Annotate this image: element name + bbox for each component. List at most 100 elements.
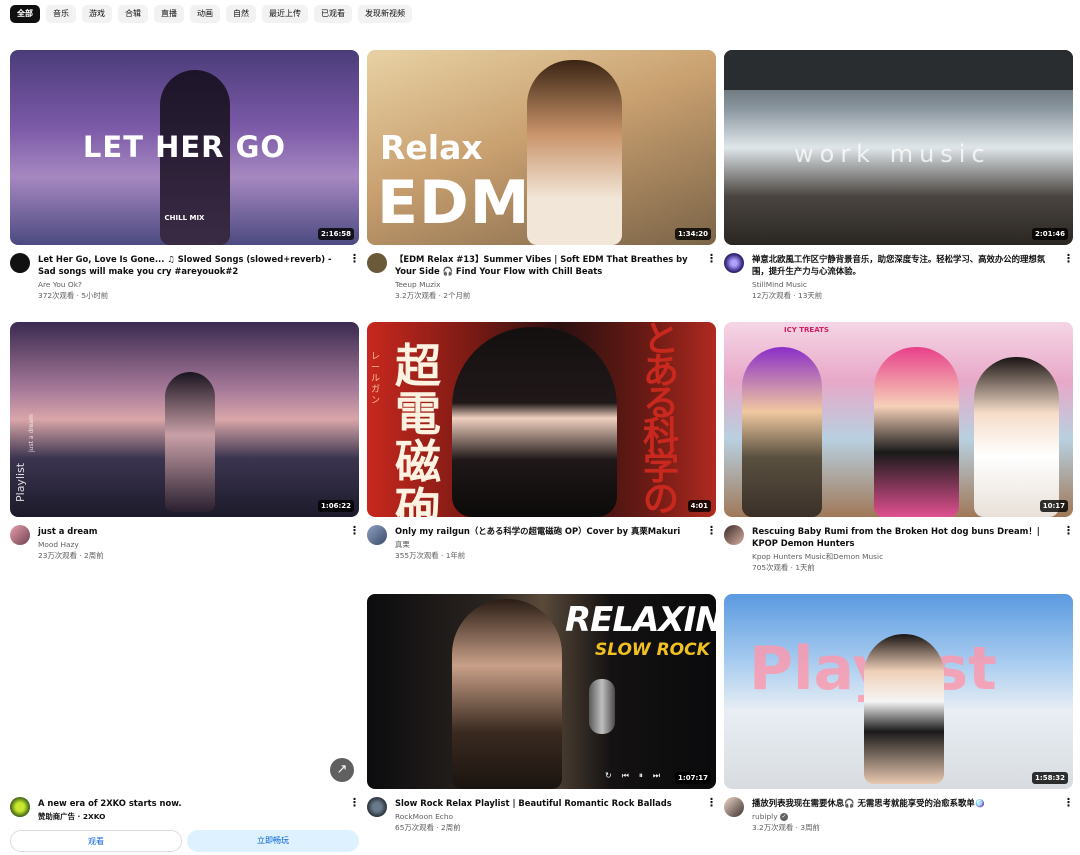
channel-avatar[interactable] — [367, 525, 387, 545]
video-card[interactable]: Playlist just a dream 1:06:22 just a dre… — [10, 322, 360, 561]
video-title[interactable]: Only my railgun（とある科学の超電磁砲 OP）Cover by 真… — [395, 525, 700, 537]
video-card[interactable]: Playlist 1:58:32 播放列表我现在需要休息🎧 无需思考就能享受的治… — [724, 594, 1074, 833]
video-card[interactable]: 超電磁砲 とある科学の レールガン 4:01 Only my railgun（と… — [367, 322, 717, 561]
more-options-icon[interactable]: ⋮ — [349, 797, 360, 809]
more-options-icon[interactable]: ⋮ — [706, 525, 717, 537]
chip-watched[interactable]: 已观看 — [314, 5, 352, 23]
verified-icon: ✓ — [779, 813, 788, 821]
channel-name[interactable]: StillMind Music — [752, 280, 1057, 290]
video-thumbnail[interactable]: 超電磁砲 とある科学の レールガン 4:01 — [367, 322, 716, 517]
thumbnail-title-text: Relax — [380, 128, 483, 167]
channel-name-text[interactable]: rubiply — [752, 812, 778, 821]
video-title[interactable]: Rescuing Baby Rumi from the Broken Hot d… — [752, 525, 1057, 549]
chip-animation[interactable]: 动画 — [190, 5, 220, 23]
duration-badge: 2:16:58 — [318, 228, 354, 240]
video-thumbnail[interactable]: RELAXING SLOW ROCK ↻⏮⏸⏭ 1:07:17 — [367, 594, 716, 789]
video-thumbnail[interactable]: Relax EDM 1:34:20 — [367, 50, 716, 245]
video-title[interactable]: 播放列表我现在需要休息🎧 无需思考就能享受的治愈系歌单🪩 — [752, 797, 1057, 809]
channel-name[interactable]: Are You Ok? — [38, 280, 343, 290]
external-link-icon[interactable]: ↗ — [330, 758, 354, 782]
woman-figure — [527, 60, 622, 245]
video-card[interactable]: RELAXING SLOW ROCK ↻⏮⏸⏭ 1:07:17 Slow Roc… — [367, 594, 717, 833]
channel-avatar[interactable] — [724, 253, 744, 273]
ad-avatar[interactable] — [10, 797, 30, 817]
more-options-icon[interactable]: ⋮ — [706, 253, 717, 265]
more-options-icon[interactable]: ⋮ — [1063, 253, 1074, 265]
channel-avatar[interactable] — [367, 797, 387, 817]
channel-name[interactable]: Kpop Hunters Music和Demon Music — [752, 552, 1057, 562]
duration-badge: 1:06:22 — [318, 500, 354, 512]
chip-music[interactable]: 音乐 — [46, 5, 76, 23]
character-purple-hair — [742, 347, 822, 517]
character-black-hair — [974, 357, 1059, 517]
duration-badge: 10:17 — [1039, 500, 1068, 512]
chip-recently-uploaded[interactable]: 最近上传 — [262, 5, 308, 23]
channel-name[interactable]: rubiply ✓ — [752, 812, 1057, 822]
chip-games[interactable]: 游戏 — [82, 5, 112, 23]
woman-figure — [864, 634, 944, 784]
more-options-icon[interactable]: ⋮ — [349, 253, 360, 265]
video-title[interactable]: 【EDM Relax #13】Summer Vibes | Soft EDM T… — [395, 253, 700, 277]
ad-title[interactable]: A new era of 2XKO starts now. — [38, 797, 343, 809]
chip-nature[interactable]: 自然 — [226, 5, 256, 23]
singer-figure — [452, 599, 562, 789]
video-thumbnail[interactable]: Playlist 1:58:32 — [724, 594, 1073, 789]
thumbnail-subtitle-text: just a dream — [28, 414, 35, 452]
video-card[interactable]: work music 2:01:46 禅意北欧風工作区宁静背景音乐，助您深度专注… — [724, 50, 1074, 301]
filter-chip-bar: 全部 音乐 游戏 合辑 直播 动画 自然 最近上传 已观看 发现新视频 — [10, 5, 412, 23]
channel-avatar[interactable] — [724, 525, 744, 545]
play-now-button[interactable]: 立即畅玩 — [187, 830, 359, 852]
video-stats: 705次观看 · 1天前 — [752, 563, 815, 572]
video-card[interactable]: LET HER GO CHILL MIX 2:16:58 Let Her Go,… — [10, 50, 360, 301]
ad-sponsor-label: 赞助商广告 · 2XKO — [38, 812, 106, 821]
channel-name[interactable]: RockMoon Echo — [395, 812, 700, 822]
channel-name[interactable]: Teeup Muzix — [395, 280, 700, 290]
video-thumbnail[interactable]: Playlist just a dream 1:06:22 — [10, 322, 359, 517]
player-controls: ↻⏮⏸⏭ — [605, 771, 671, 780]
chip-all[interactable]: 全部 — [10, 5, 40, 23]
thumbnail-title-text: RELAXING — [565, 600, 716, 640]
video-title[interactable]: 禅意北欧風工作区宁静背景音乐，助您深度专注。轻松学习、高效办公的理想氛围，提升生… — [752, 253, 1057, 277]
channel-avatar[interactable] — [10, 525, 30, 545]
microphone — [589, 679, 615, 734]
channel-name[interactable]: Mood Hazy — [38, 540, 343, 550]
more-options-icon[interactable]: ⋮ — [1063, 797, 1074, 809]
video-title[interactable]: Slow Rock Relax Playlist | Beautiful Rom… — [395, 797, 700, 809]
video-thumbnail[interactable]: ICY TREATS 10:17 — [724, 322, 1073, 517]
video-stats: 65万次观看 · 2周前 — [395, 823, 461, 832]
video-stats: 3.2万次观看 · 2个月前 — [395, 291, 471, 300]
chip-live[interactable]: 直播 — [154, 5, 184, 23]
video-title[interactable]: Let Her Go, Love Is Gone... ♫ Slowed Son… — [38, 253, 343, 277]
thumbnail-subtitle-text: レールガン — [371, 352, 381, 406]
video-card[interactable]: ICY TREATS 10:17 Rescuing Baby Rumi from… — [724, 322, 1074, 573]
watch-button[interactable]: 观看 — [10, 830, 182, 852]
duration-badge: 4:01 — [687, 500, 711, 512]
video-stats: 372次观看 · 5小时前 — [38, 291, 109, 300]
more-options-icon[interactable]: ⋮ — [1063, 525, 1074, 537]
thumbnail-subtitle-text: CHILL MIX — [164, 214, 205, 222]
video-stats: 23万次观看 · 2周前 — [38, 551, 104, 560]
channel-avatar[interactable] — [724, 797, 744, 817]
thumbnail-title-text: 超電磁砲 — [395, 339, 441, 517]
thumbnail-title-text: Playlist — [14, 462, 27, 502]
video-card[interactable]: Relax EDM 1:34:20 【EDM Relax #13】Summer … — [367, 50, 717, 301]
thumbnail-title-text-2: EDM — [377, 168, 531, 238]
chip-mixes[interactable]: 合辑 — [118, 5, 148, 23]
singer-figure — [452, 327, 617, 517]
video-title[interactable]: just a dream — [38, 525, 343, 537]
more-options-icon[interactable]: ⋮ — [706, 797, 717, 809]
channel-name[interactable]: 真栗 — [395, 540, 700, 550]
video-thumbnail[interactable]: LET HER GO CHILL MIX 2:16:58 — [10, 50, 359, 245]
channel-avatar[interactable] — [367, 253, 387, 273]
video-thumbnail[interactable]: work music 2:01:46 — [724, 50, 1073, 245]
thumbnail-title-text: LET HER GO — [82, 130, 287, 164]
ad-card[interactable]: ↗ A new era of 2XKO starts now. 赞助商广告 · … — [10, 594, 360, 852]
chip-new-to-you[interactable]: 发现新视频 — [358, 5, 412, 23]
character-pink-hair — [874, 347, 959, 517]
channel-avatar[interactable] — [10, 253, 30, 273]
ad-thumbnail[interactable]: ↗ — [10, 594, 359, 789]
duration-badge: 1:34:20 — [675, 228, 711, 240]
thumbnail-title-text-2: SLOW ROCK — [595, 640, 710, 660]
duration-badge: 2:01:46 — [1032, 228, 1068, 240]
more-options-icon[interactable]: ⋮ — [349, 525, 360, 537]
